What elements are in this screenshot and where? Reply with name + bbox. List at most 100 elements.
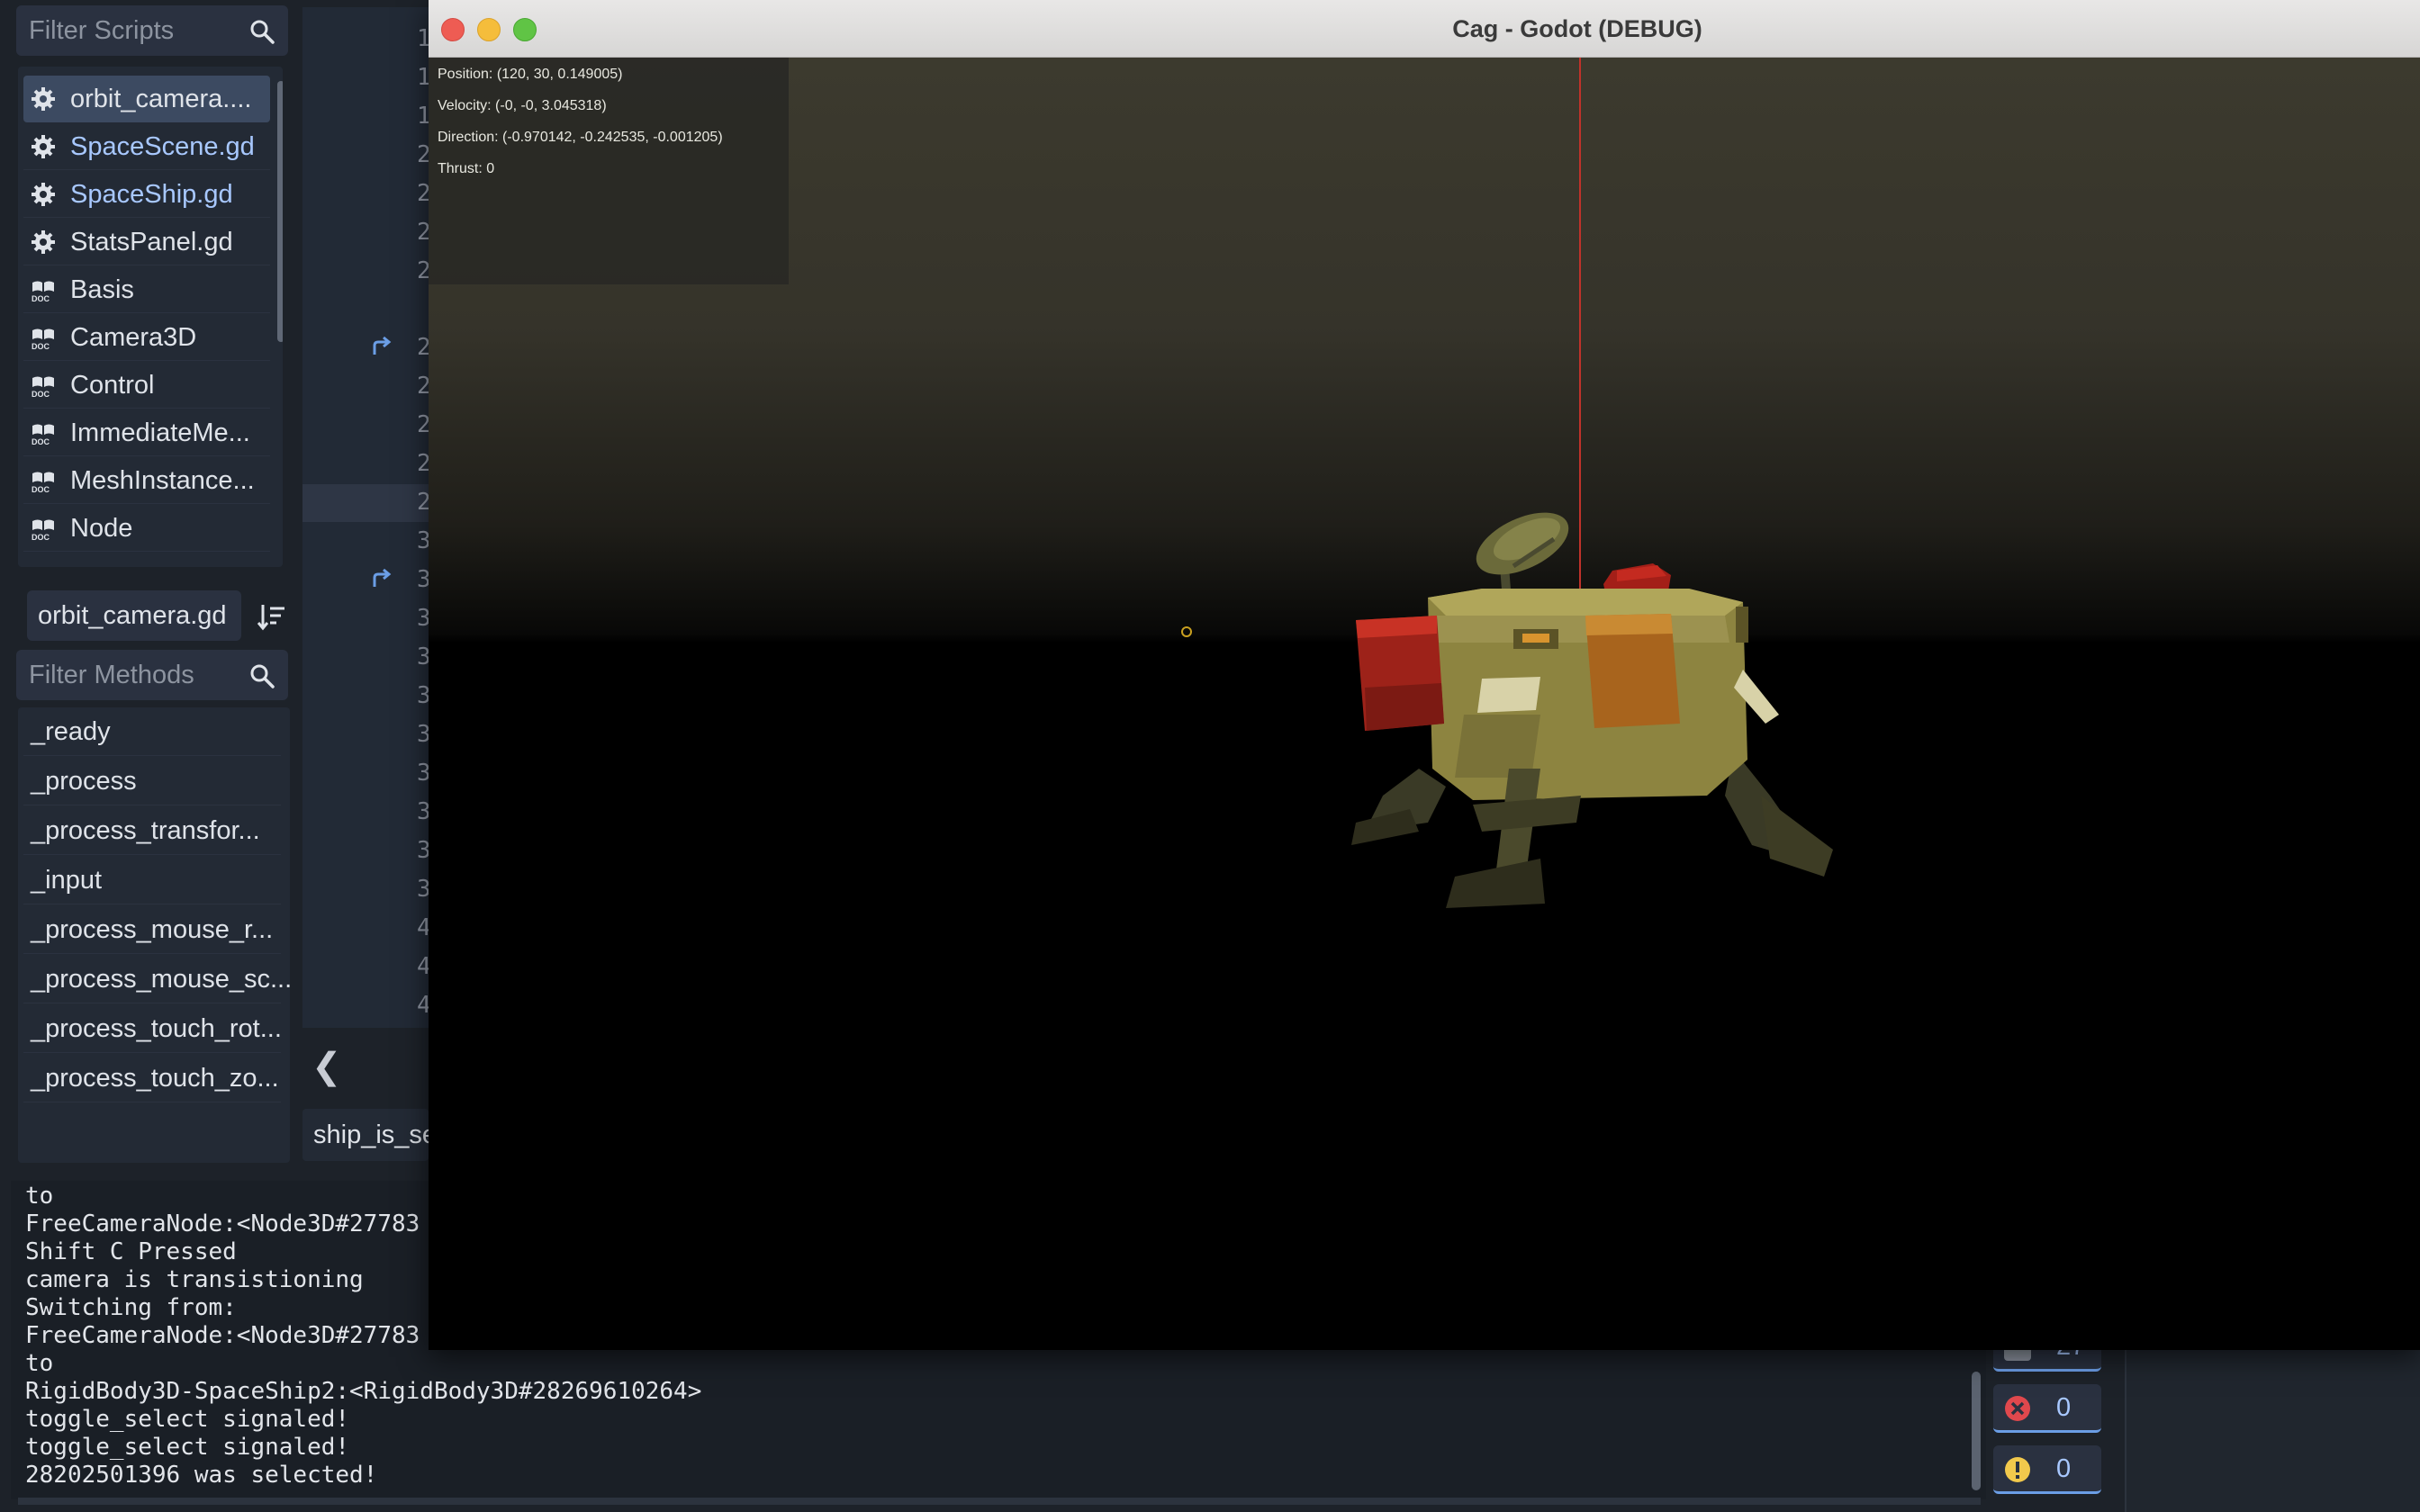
filter-scripts-input[interactable]: Filter Scripts — [16, 5, 288, 56]
method-label: _process_mouse_r... — [31, 915, 274, 944]
svg-text:DOC: DOC — [32, 294, 50, 302]
output-line: Switching from: — [25, 1294, 237, 1321]
output-scrollbar[interactable] — [1972, 1372, 1981, 1490]
search-icon[interactable] — [248, 18, 275, 45]
game-viewport[interactable]: Position: (120, 30, 0.149005) Velocity: … — [429, 58, 2420, 1350]
method-item[interactable]: _process_touch_rot... — [23, 1004, 282, 1053]
spaceship-model[interactable] — [1347, 499, 1833, 949]
script-item-control[interactable]: DOC Control — [23, 362, 270, 409]
output-line: to — [25, 1183, 54, 1210]
method-label: _process_touch_zo... — [31, 1064, 279, 1093]
filter-scripts-placeholder: Filter Scripts — [29, 16, 175, 45]
doc-icon: DOC — [32, 424, 54, 446]
warning-icon — [2005, 1457, 2030, 1482]
method-item[interactable]: _process_mouse_r... — [23, 905, 281, 954]
script-item-orbit-camera[interactable]: orbit_camera.... — [23, 76, 270, 122]
override-arrow-icon[interactable] — [371, 337, 394, 356]
thrust-readout: Thrust: 0 — [438, 161, 495, 176]
output-line: 28202501396 was selected! — [25, 1462, 378, 1489]
errors-count: 0 — [2056, 1393, 2072, 1422]
current-script-row: orbit_camera.gd — [22, 590, 290, 641]
method-label: _process_mouse_sc... — [31, 965, 290, 994]
script-list-scrollbar[interactable] — [277, 81, 283, 342]
override-arrow-icon[interactable] — [371, 569, 394, 589]
script-item-label: SpaceScene.gd — [70, 132, 255, 161]
script-item-label: orbit_camera.... — [70, 85, 252, 113]
current-script-label: orbit_camera.gd — [38, 601, 227, 630]
svg-text:DOC: DOC — [32, 342, 50, 350]
method-label: _ready — [31, 717, 111, 746]
editor-root: Filter Scripts orbit_camera.... SpaceSce… — [0, 0, 2420, 1512]
signal-bar[interactable]: ship_is_se — [302, 1109, 437, 1161]
current-line-highlight — [302, 484, 429, 522]
gear-icon — [32, 135, 55, 158]
script-item-label: SpaceShip.gd — [70, 180, 233, 209]
filter-methods-input[interactable]: Filter Methods — [16, 650, 288, 700]
script-item-label: Node — [70, 514, 133, 543]
current-script-name: orbit_camera.gd — [27, 590, 241, 641]
output-line: camera is transistioning — [25, 1266, 364, 1293]
doc-icon: DOC — [32, 376, 54, 398]
position-readout: Position: (120, 30, 0.149005) — [438, 67, 623, 82]
scripts-panel: Filter Scripts orbit_camera.... SpaceSce… — [11, 5, 290, 1163]
sort-methods-icon[interactable] — [256, 601, 286, 632]
method-item[interactable]: _input — [23, 856, 281, 904]
game-window[interactable]: Cag - Godot (DEBUG) Position: (120, 30, … — [429, 0, 2420, 1350]
filter-warnings-button[interactable]: 0 — [1993, 1445, 2101, 1494]
script-item-node[interactable]: DOC Node — [23, 505, 270, 552]
svg-text:DOC: DOC — [32, 390, 50, 398]
window-title: Cag - Godot (DEBUG) — [1452, 15, 1702, 42]
output-line: FreeCameraNode:<Node3D#27783 — [25, 1322, 420, 1349]
output-line: FreeCameraNode:<Node3D#27783 — [25, 1210, 420, 1238]
output-line: to — [25, 1350, 54, 1377]
script-item-label: StatsPanel.gd — [70, 228, 233, 256]
doc-icon: DOC — [32, 472, 54, 493]
script-item-statspanel[interactable]: StatsPanel.gd — [23, 219, 270, 266]
gear-icon — [32, 230, 55, 254]
script-item-label: ImmediateMe... — [70, 418, 250, 447]
stats-panel: Position: (120, 30, 0.149005) Velocity: … — [429, 58, 789, 284]
script-item-meshinstance[interactable]: DOC MeshInstance... — [23, 457, 270, 504]
target-marker — [1181, 626, 1192, 637]
script-item-label: MeshInstance... — [70, 466, 255, 495]
output-hscrollbar[interactable] — [18, 1498, 1981, 1505]
methods-list: _ready _process _process_transfor... _in… — [18, 707, 290, 1163]
collapse-panel-button[interactable]: ❮ — [302, 1035, 429, 1098]
chevron-left-icon: ❮ — [312, 1047, 342, 1086]
script-item-spaceship[interactable]: SpaceShip.gd — [23, 171, 270, 218]
error-icon — [2005, 1396, 2030, 1421]
doc-icon: DOC — [32, 519, 54, 541]
script-item-label: Basis — [70, 275, 134, 304]
method-item[interactable]: _process_touch_zo... — [23, 1054, 281, 1102]
search-icon[interactable] — [248, 662, 275, 689]
script-item-basis[interactable]: DOC Basis — [23, 266, 270, 313]
script-item-label: Control — [70, 371, 155, 400]
code-editor-gutter[interactable]: 1 1 1 2 2 2 2 2 2 2 2 2 3 3 3 3 3 3 3 3 … — [302, 7, 431, 1028]
signal-label: ship_is_se — [313, 1120, 438, 1149]
output-line: toggle_select signaled! — [25, 1434, 350, 1461]
svg-text:DOC: DOC — [32, 485, 50, 493]
output-line: RigidBody3D-SpaceShip2:<RigidBody3D#2826… — [25, 1378, 702, 1405]
doc-icon: DOC — [32, 328, 54, 350]
script-item-immediatemesh[interactable]: DOC ImmediateMe... — [23, 410, 270, 456]
direction-readout: Direction: (-0.970142, -0.242535, -0.001… — [438, 130, 723, 145]
method-item[interactable]: _process_transfor... — [23, 806, 281, 855]
filter-methods-placeholder: Filter Methods — [29, 661, 194, 689]
script-item-camera3d[interactable]: DOC Camera3D — [23, 314, 270, 361]
output-line: toggle_select signaled! — [25, 1406, 350, 1433]
method-label: _process_touch_rot... — [31, 1014, 282, 1043]
script-item-label: Camera3D — [70, 323, 197, 352]
method-label: _process — [31, 767, 137, 796]
velocity-readout: Velocity: (-0, -0, 3.045318) — [438, 98, 607, 113]
doc-icon: DOC — [32, 281, 54, 302]
method-item[interactable]: _process — [23, 757, 281, 806]
method-item[interactable]: _ready — [23, 707, 281, 756]
warnings-count: 0 — [2056, 1454, 2072, 1483]
method-item[interactable]: _process_mouse_sc... — [23, 955, 290, 1004]
script-item-spacescene[interactable]: SpaceScene.gd — [23, 123, 270, 170]
filter-errors-button[interactable]: 0 — [1993, 1384, 2101, 1433]
svg-text:DOC: DOC — [32, 437, 50, 446]
window-titlebar[interactable]: Cag - Godot (DEBUG) — [429, 0, 2420, 58]
gear-icon — [32, 183, 55, 206]
method-label: _input — [31, 866, 103, 895]
